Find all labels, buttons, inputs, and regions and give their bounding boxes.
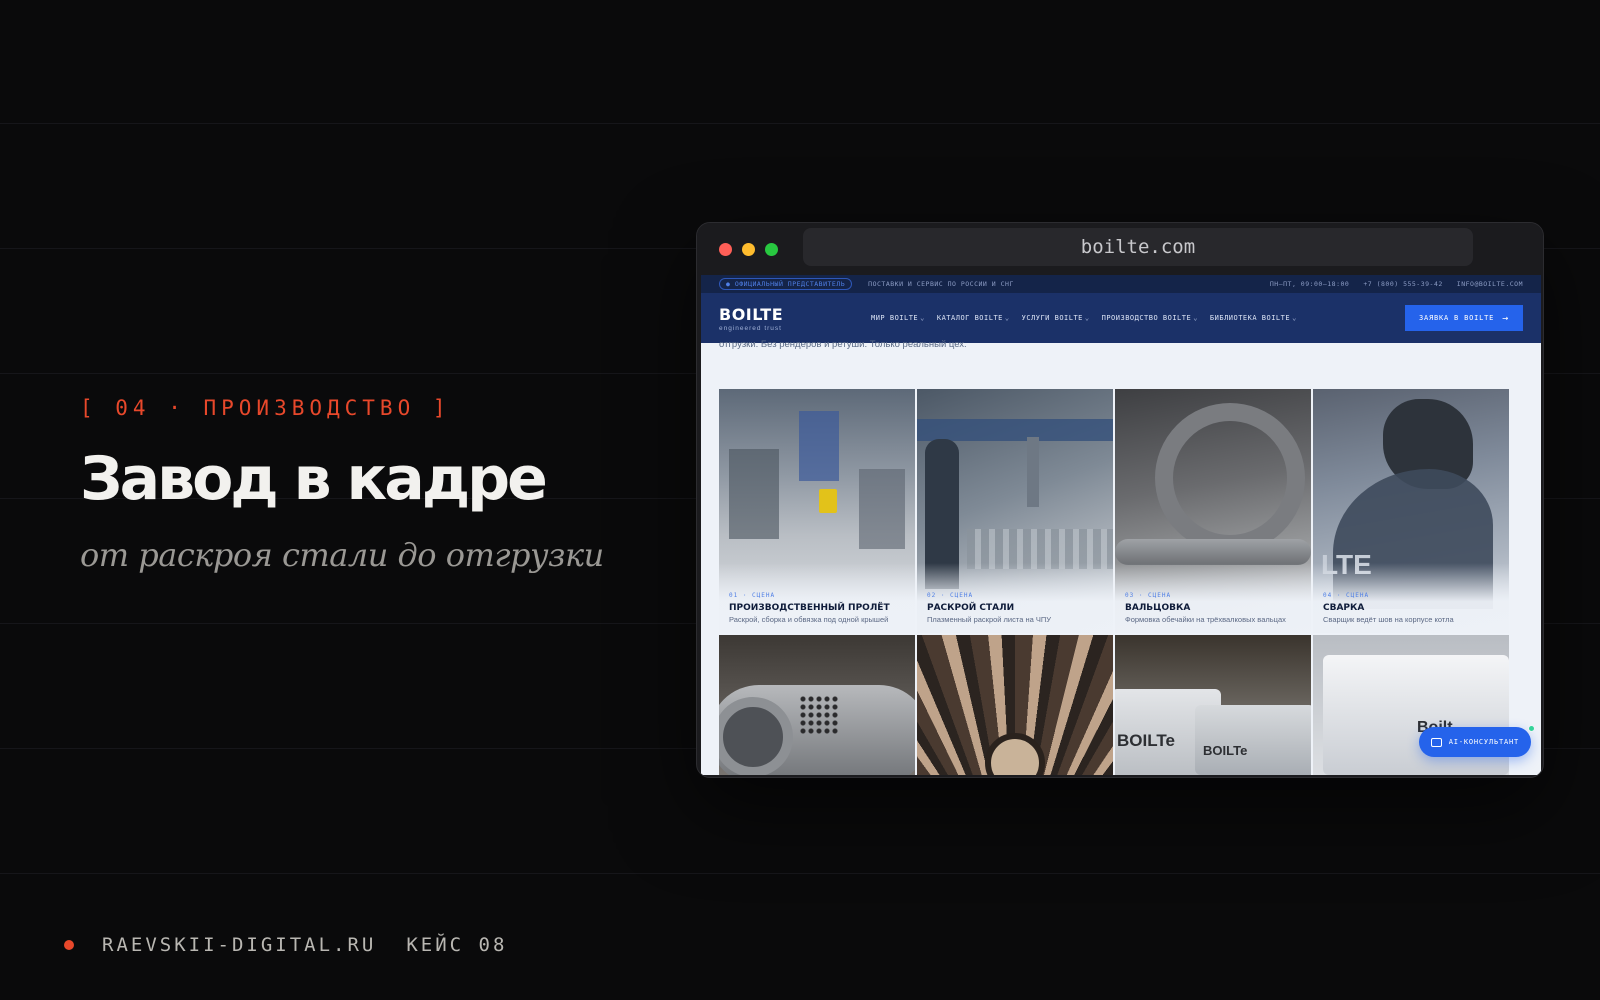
site-viewport: ● ОФИЦИАЛЬНЫЙ ПРЕДСТАВИТЕЛЬ ПОСТАВКИ И С…: [701, 275, 1541, 775]
scene-card[interactable]: [917, 635, 1113, 775]
chevron-down-icon: ⌄: [920, 314, 925, 322]
topbar-phone[interactable]: +7 (800) 555-39-42: [1363, 280, 1442, 288]
scene-gallery: 01 · СЦЕНА ПРОИЗВОДСТВЕННЫЙ ПРОЛЁТ Раскр…: [719, 389, 1509, 775]
accent-dot-icon: [64, 940, 74, 950]
scene-description: Сварщик ведёт шов на корпусе котла: [1323, 615, 1454, 624]
topbar-tagline: ПОСТАВКИ И СЕРВИС ПО РОССИИ И СНГ: [868, 280, 1014, 288]
nav-item-library[interactable]: БИБЛИОТЕКА BOILTE ⌄: [1210, 314, 1297, 322]
maximize-window-icon[interactable]: [765, 243, 778, 256]
browser-window: boilte.com ● ОФИЦИАЛЬНЫЙ ПРЕДСТАВИТЕЛЬ П…: [696, 222, 1544, 778]
topbar-hours: ПН–ПТ, 09:00–18:00: [1269, 280, 1350, 288]
chevron-down-icon: ⌄: [1193, 314, 1198, 322]
nav-item-services[interactable]: УСЛУГИ BOILTE ⌄: [1022, 314, 1090, 322]
scene-description: Плазменный раскрой листа на ЧПУ: [927, 615, 1052, 624]
site-topbar: ● ОФИЦИАЛЬНЫЙ ПРЕДСТАВИТЕЛЬ ПОСТАВКИ И С…: [701, 275, 1541, 293]
minimize-window-icon[interactable]: [742, 243, 755, 256]
logo-tagline: engineered trust: [719, 324, 782, 332]
crate-print: BOILTe: [1117, 731, 1175, 750]
address-bar[interactable]: boilte.com: [803, 228, 1473, 266]
tube-bundle-photo: [917, 635, 1113, 775]
site-navbar: BOILTE engineered trust МИР BOILTE ⌄ КАТА…: [701, 293, 1541, 343]
topbar-email[interactable]: INFO@BOILTE.COM: [1457, 280, 1523, 288]
scene-card[interactable]: 03 · СЦЕНА ВАЛЬЦОВКА Формовка обечайки н…: [1115, 389, 1311, 633]
section-tag: [ 04 · ПРОИЗВОДСТВО ]: [80, 396, 451, 420]
official-badge: ● ОФИЦИАЛЬНЫЙ ПРЕДСТАВИТЕЛЬ: [719, 278, 853, 290]
chat-icon: [1430, 737, 1442, 747]
scene-number: 02 · СЦЕНА: [927, 592, 974, 599]
logo-name: BOILTE: [719, 304, 784, 324]
close-window-icon[interactable]: [719, 243, 732, 256]
crate-print: BOILTe: [1203, 743, 1248, 758]
grid-line: [0, 873, 1600, 874]
browser-toolbar: boilte.com: [697, 223, 1543, 275]
scene-description: Формовка обечайки на трёхвалковых вальца…: [1125, 615, 1286, 624]
scene-card[interactable]: [719, 635, 915, 775]
slide-subtitle: от раскроя стали до отгрузки: [80, 536, 604, 574]
chevron-down-icon: ⌄: [1084, 314, 1090, 322]
slide-title: Завод в кадре: [80, 444, 548, 514]
scene-number: 04 · СЦЕНА: [1323, 592, 1370, 599]
scene-title: РАСКРОЙ СТАЛИ: [927, 603, 1015, 613]
nav-item-catalog[interactable]: КАТАЛОГ BOILTE ⌄: [937, 314, 1010, 322]
scene-title: СВАРКА: [1323, 603, 1365, 613]
scene-card[interactable]: 02 · СЦЕНА РАСКРОЙ СТАЛИ Плазменный раск…: [917, 389, 1113, 633]
boiler-body-photo: [719, 635, 915, 775]
scene-card[interactable]: 01 · СЦЕНА ПРОИЗВОДСТВЕННЫЙ ПРОЛЁТ Раскр…: [719, 389, 915, 633]
scene-card[interactable]: LTE 04 · СЦЕНА СВАРКА Сварщик ведёт шов …: [1313, 389, 1509, 633]
nav-item-production[interactable]: ПРОИЗВОДСТВО BOILTE ⌄: [1102, 314, 1198, 322]
scene-number: 01 · СЦЕНА: [729, 592, 776, 599]
grid-line: [0, 123, 1600, 124]
slide-footer: RAEVSKII-DIGITAL.RU КЕЙС 08: [64, 934, 507, 956]
arrow-right-icon: →: [1502, 312, 1509, 324]
request-button[interactable]: ЗАЯВКА В BOILTE →: [1404, 305, 1523, 331]
chevron-down-icon: ⌄: [1292, 314, 1297, 322]
chevron-down-icon: ⌄: [1004, 314, 1010, 322]
site-logo[interactable]: BOILTE engineered trust: [719, 305, 839, 332]
scene-title: ПРОИЗВОДСТВЕННЫЙ ПРОЛЁТ: [729, 603, 890, 613]
footer-site: RAEVSKII-DIGITAL.RU: [102, 934, 377, 956]
scene-card[interactable]: BOILTe BOILTe: [1115, 635, 1311, 775]
ai-consultant-button[interactable]: AI-КОНСУЛЬТАНТ: [1418, 727, 1531, 757]
main-nav: МИР BOILTE ⌄ КАТАЛОГ BOILTE ⌄ УСЛУГИ BOILT…: [871, 314, 1309, 322]
scene-number: 03 · СЦЕНА: [1125, 592, 1172, 599]
section-intro: отгрузки. Без рендеров и ретуши. Только …: [719, 339, 967, 350]
nav-item-world[interactable]: МИР BOILTE ⌄: [871, 314, 925, 322]
packed-boilers-photo: BOILTe BOILTe: [1115, 635, 1311, 775]
scene-title: ВАЛЬЦОВКА: [1125, 603, 1191, 613]
footer-case: КЕЙС 08: [406, 934, 508, 956]
online-status-icon: [1528, 725, 1535, 732]
scene-description: Раскрой, сборка и обвязка под одной крыш…: [729, 615, 889, 624]
slide-copy: [ 04 · ПРОИЗВОДСТВО ] Завод в кадре от р…: [80, 396, 680, 574]
